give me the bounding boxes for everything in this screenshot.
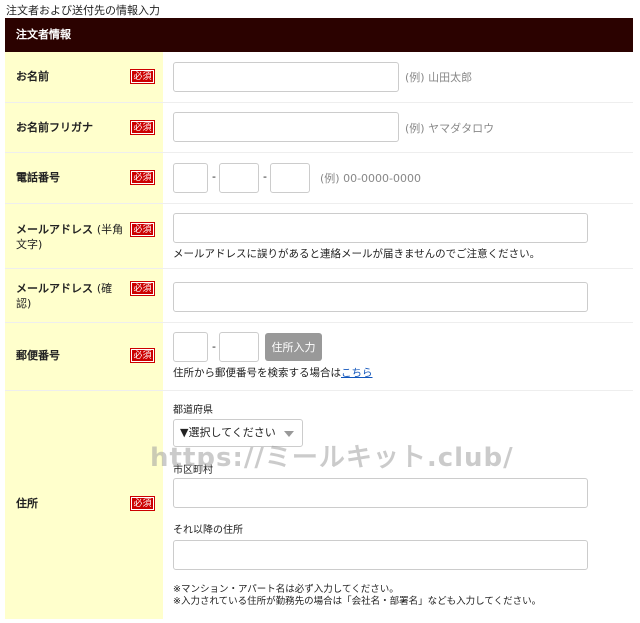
- email-confirm-label-line2: 認): [16, 297, 32, 310]
- name-label: お名前: [16, 70, 49, 83]
- name-kana-label: お名前フリガナ: [16, 121, 93, 134]
- required-badge: 必須: [131, 282, 154, 295]
- row-divider: [5, 268, 633, 269]
- prefecture-select-value: ▼選択してください: [180, 426, 276, 439]
- address-lookup-button[interactable]: 住所入力: [265, 333, 322, 361]
- email-confirm-input[interactable]: [173, 282, 588, 312]
- name-input[interactable]: [173, 62, 399, 92]
- zip-input-1[interactable]: [173, 332, 208, 362]
- required-badge: 必須: [131, 349, 154, 362]
- name-kana-example: (例) ヤマダタロウ: [405, 122, 495, 135]
- prefecture-select[interactable]: ▼選択してください: [173, 419, 303, 447]
- required-badge: 必須: [131, 223, 154, 236]
- zip-search-link[interactable]: こちら: [341, 367, 373, 379]
- address-notes: ※マンション・アパート名は必ず入力してください。 ※入力されている住所が勤務先の…: [173, 584, 541, 608]
- page-title: 注文者および送付先の情報入力: [6, 4, 160, 17]
- row-divider: [5, 152, 633, 153]
- phone-example: (例) 00-0000-0000: [320, 172, 422, 185]
- name-kana-input[interactable]: [173, 112, 399, 142]
- required-badge: 必須: [131, 497, 154, 510]
- email-confirm-label-text: メールアドレス: [16, 282, 93, 295]
- zip-separator: -: [212, 340, 216, 353]
- email-confirm-label-note: (確: [96, 282, 113, 295]
- rest-address-input[interactable]: [173, 540, 588, 570]
- required-badge: 必須: [131, 121, 154, 134]
- address-label: 住所: [16, 497, 38, 510]
- address-note-1: ※マンション・アパート名は必ず入力してください。: [173, 584, 399, 595]
- email-label-text: メールアドレス: [16, 223, 93, 236]
- row-divider: [5, 203, 633, 204]
- phone-input-2[interactable]: [219, 163, 259, 193]
- email-note: メールアドレスに誤りがあると連絡メールが届きませんのでご注意ください。: [173, 248, 541, 260]
- zip-help: 住所から郵便番号を検索する場合はこちら: [173, 366, 373, 380]
- chevron-down-icon: [284, 431, 294, 437]
- zip-input-2[interactable]: [219, 332, 259, 362]
- email-label-note: (半角: [96, 223, 124, 236]
- rest-address-label: それ以降の住所: [173, 525, 243, 536]
- email-confirm-label: メールアドレス (確 認): [16, 281, 112, 311]
- city-input[interactable]: [173, 478, 588, 508]
- zip-label: 郵便番号: [16, 349, 60, 362]
- email-label-line2: 文字): [16, 238, 43, 251]
- phone-input-1[interactable]: [173, 163, 208, 193]
- name-example: (例) 山田太郎: [405, 71, 473, 84]
- label-column: [5, 52, 163, 619]
- email-label: メールアドレス (半角 文字): [16, 222, 123, 252]
- required-badge: 必須: [131, 70, 154, 83]
- phone-separator: -: [212, 170, 216, 183]
- zip-help-text: 住所から郵便番号を検索する場合は: [173, 367, 341, 379]
- section-header: 注文者情報: [5, 18, 633, 52]
- row-divider: [5, 102, 633, 103]
- email-input[interactable]: [173, 213, 588, 243]
- city-label: 市区町村: [173, 465, 213, 476]
- required-badge: 必須: [131, 171, 154, 184]
- phone-label: 電話番号: [16, 171, 60, 184]
- row-divider: [5, 390, 633, 391]
- prefecture-label: 都道府県: [173, 405, 213, 416]
- phone-input-3[interactable]: [270, 163, 310, 193]
- phone-separator: -: [263, 170, 267, 183]
- row-divider: [5, 322, 633, 323]
- address-note-2: ※入力されている住所が勤務先の場合は「会社名・部署名」なども入力してください。: [173, 596, 542, 607]
